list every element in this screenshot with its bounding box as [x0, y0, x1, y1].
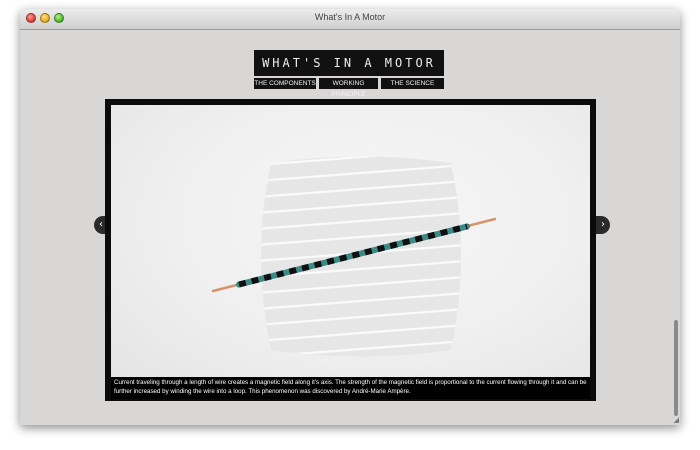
nav-the-components[interactable]: THE COMPONENTS: [254, 78, 316, 89]
resize-grip-icon[interactable]: ◢: [674, 416, 679, 424]
nav-working-principle[interactable]: WORKING PRINCIPLE: [319, 78, 378, 98]
window-title: What's In A Motor: [314, 12, 386, 22]
scrollbar-thumb[interactable]: [674, 320, 678, 416]
chevron-right-icon: ›: [601, 219, 605, 230]
vertical-scrollbar[interactable]: [673, 30, 680, 425]
title-bar[interactable]: What's In A Motor: [20, 9, 680, 30]
next-slide-button[interactable]: ›: [596, 216, 610, 234]
slide-photo: [111, 105, 590, 390]
chevron-left-icon: ‹: [99, 219, 103, 230]
wire-on-grid-illustration: [211, 156, 497, 357]
browser-window: What's In A Motor WHAT'S IN A MOTOR THE …: [20, 9, 680, 425]
slideshow-frame: Current traveling through a length of wi…: [105, 99, 596, 401]
site-logo[interactable]: WHAT'S IN A MOTOR: [254, 50, 444, 76]
nav-the-science[interactable]: THE SCIENCE: [381, 78, 444, 89]
slide-caption: Current traveling through a length of wi…: [111, 377, 590, 399]
